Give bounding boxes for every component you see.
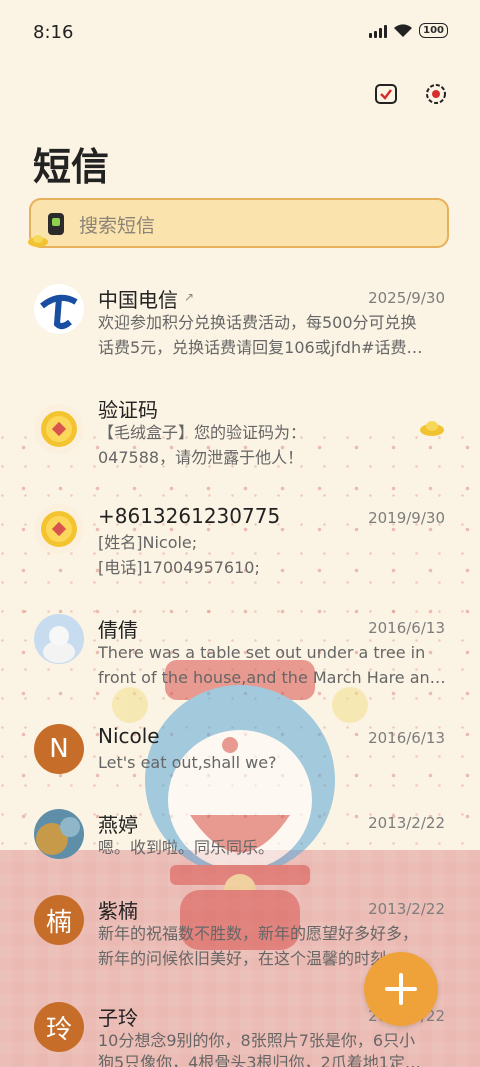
contact-name: 燕婷 [98, 813, 138, 837]
message-preview-line2: 话费5元，兑换话费请回复106或jfdh#话费… [98, 338, 423, 357]
settings-gear-icon[interactable] [424, 82, 448, 106]
status-time: 8:16 [33, 22, 74, 43]
new-message-button[interactable] [364, 952, 438, 1026]
message-preview-line2: [电话]17004957610; [98, 558, 260, 577]
letter-avatar: 玲 [34, 1002, 84, 1052]
landscape-avatar [34, 809, 84, 859]
status-bar: 8:16 100 [0, 0, 480, 64]
message-preview-line1: [姓名]Nicole; [98, 533, 198, 552]
top-actions [374, 82, 448, 106]
message-preview-line2: 047588，请勿泄露于他人！ [98, 448, 304, 467]
china-telecom-avatar [34, 284, 84, 334]
conversation-item[interactable]: N Nicole 2016/6/13 Let's eat out,shall w… [0, 722, 480, 782]
contact-name: 子玲 [98, 1006, 138, 1030]
battery-icon: 100 [419, 23, 448, 38]
conversation-item[interactable]: 验证码 【毛绒盒子】您的验证码为： 047588，请勿泄露于他人！ [0, 392, 480, 472]
page-title: 短信 [33, 145, 110, 189]
message-preview-line2: front of the house,and the March Hare an… [98, 668, 446, 687]
message-date: 2013/2/22 [368, 900, 445, 918]
gold-coin-avatar [34, 504, 84, 554]
message-date: 2025/9/30 [368, 289, 445, 307]
message-date: 2013/2/22 [368, 814, 445, 832]
message-date: 2019/9/30 [368, 509, 445, 527]
message-preview-line1: 【毛绒盒子】您的验证码为： [98, 423, 307, 442]
contact-name: 倩倩 [98, 618, 138, 642]
message-date: 2016/6/13 [368, 619, 445, 637]
message-preview-line2: 狗5只像你，4根骨头3根归你，2爪着地1定… [98, 1053, 421, 1067]
contact-name: 紫楠 [98, 899, 138, 923]
conversation-item[interactable]: 中国电信 ↗ 2025/9/30 欢迎参加积分兑换话费活动，每500分可兑换 话… [0, 282, 480, 362]
signal-icon [369, 24, 388, 38]
contact-name: 验证码 [98, 398, 158, 422]
contact-name: Nicole [98, 724, 160, 748]
search-placeholder: 搜索短信 [79, 215, 156, 237]
external-link-icon: ↗ [184, 290, 195, 304]
message-preview-line1: There was a table set out under a tree i… [98, 643, 426, 662]
polar-bear-avatar [34, 614, 84, 664]
conversation-item[interactable]: +8613261230775 2019/9/30 [姓名]Nicole; [电话… [0, 502, 480, 582]
message-preview-line1: Let's eat out,shall we? [98, 753, 277, 772]
contact-name: +8613261230775 [98, 504, 281, 528]
wifi-icon [394, 24, 413, 37]
message-preview-line1: 嗯。收到啦。同乐同乐。 [98, 838, 275, 857]
conversation-item[interactable]: 燕婷 2013/2/22 嗯。收到啦。同乐同乐。 [0, 807, 480, 867]
plus-icon [385, 973, 417, 1005]
gold-coin-avatar [34, 404, 84, 454]
message-preview-line1: 欢迎参加积分兑换话费活动，每500分可兑换 [98, 313, 417, 332]
letter-avatar: 楠 [34, 895, 84, 945]
conversation-item[interactable]: 倩倩 2016/6/13 There was a table set out u… [0, 612, 480, 692]
letter-avatar: N [34, 724, 84, 774]
message-date: 2016/6/13 [368, 729, 445, 747]
contact-name: 中国电信 [98, 288, 178, 312]
checklist-icon[interactable] [374, 82, 398, 106]
search-bar[interactable]: 搜索短信 [28, 198, 449, 248]
message-preview-line1: 新年的祝福数不胜数，新年的愿望好多好多， [98, 924, 419, 943]
gold-ingot-icon [28, 235, 48, 247]
